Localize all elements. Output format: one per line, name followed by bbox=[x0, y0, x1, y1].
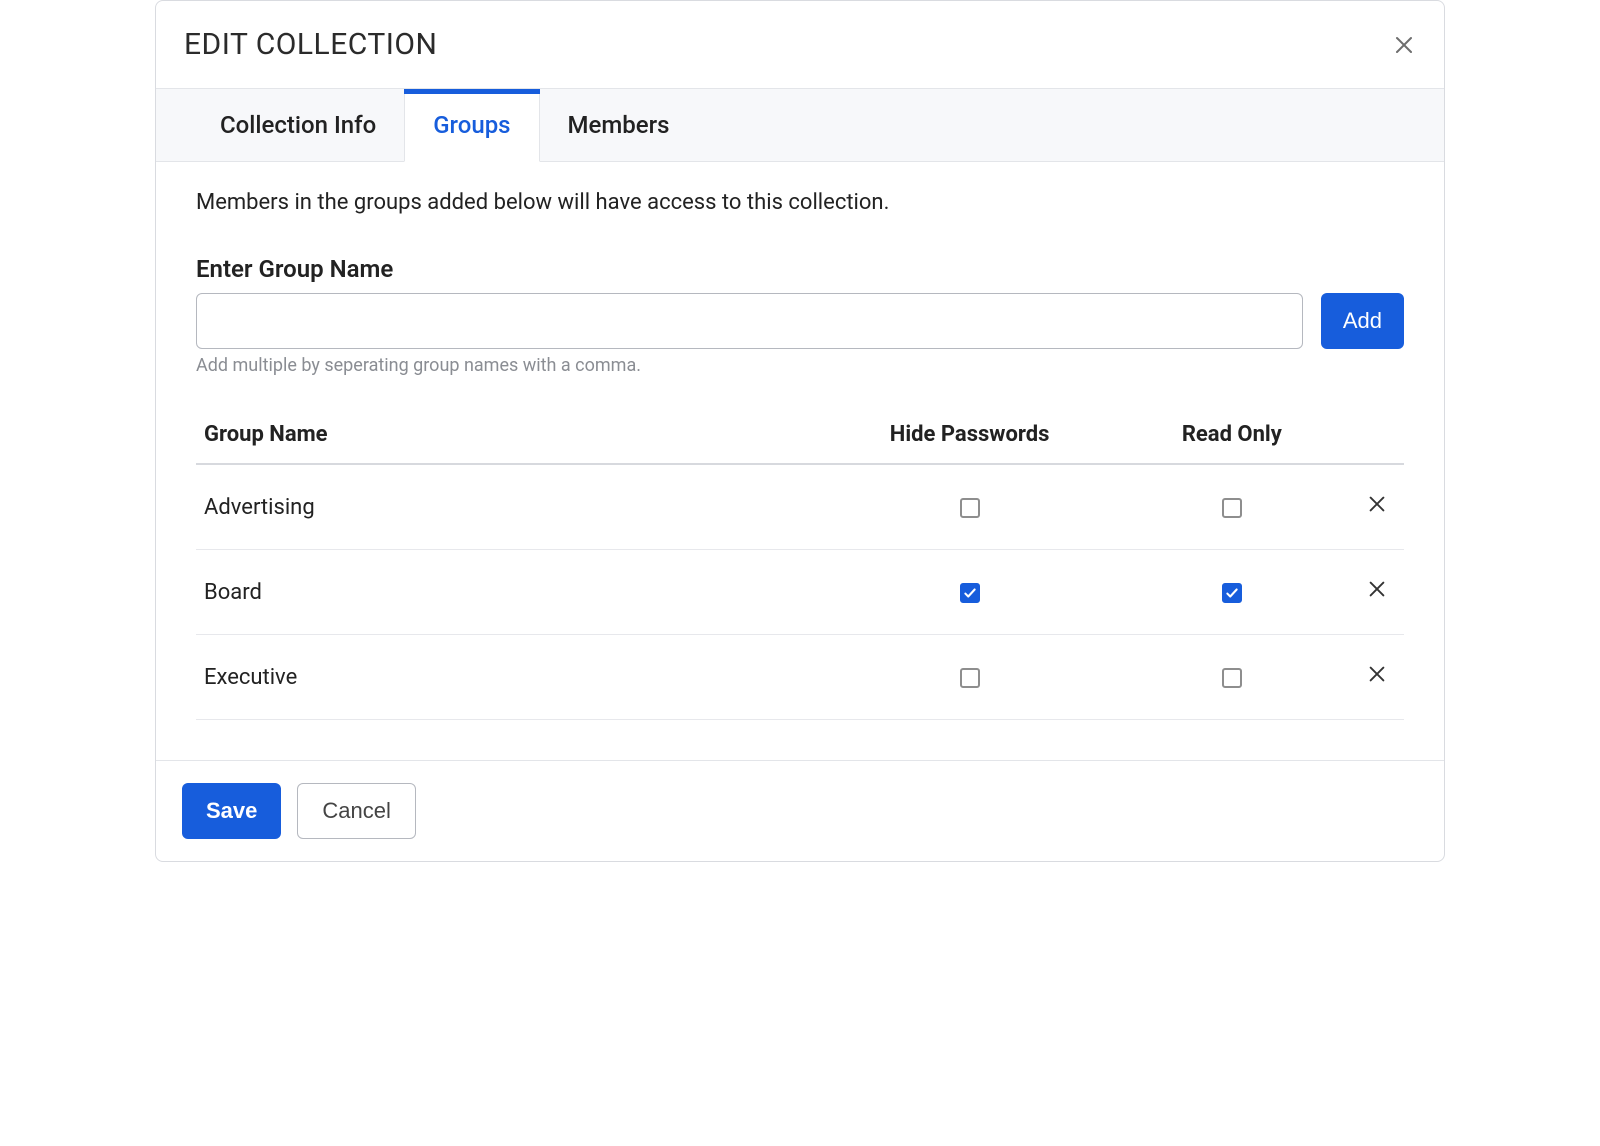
tab-collection-info[interactable]: Collection Info bbox=[192, 89, 404, 161]
group-name-cell: Executive bbox=[196, 635, 825, 720]
read-only-checkbox[interactable] bbox=[1222, 668, 1242, 688]
col-header-hide-passwords: Hide Passwords bbox=[825, 406, 1113, 464]
tab-groups[interactable]: Groups bbox=[404, 89, 539, 162]
remove-row-icon[interactable] bbox=[1360, 487, 1394, 521]
groups-intro-text: Members in the groups added below will h… bbox=[196, 190, 1404, 215]
group-name-hint: Add multiple by seperating group names w… bbox=[196, 355, 1404, 376]
tab-content-groups: Members in the groups added below will h… bbox=[156, 162, 1444, 760]
group-name-input-row: Add bbox=[196, 293, 1404, 349]
remove-row-icon[interactable] bbox=[1360, 657, 1394, 691]
hide-passwords-checkbox[interactable] bbox=[960, 498, 980, 518]
group-name-input[interactable] bbox=[196, 293, 1303, 349]
modal-title: EDIT COLLECTION bbox=[184, 27, 437, 62]
table-row: Board bbox=[196, 550, 1404, 635]
remove-row-icon[interactable] bbox=[1360, 572, 1394, 606]
col-header-group-name: Group Name bbox=[196, 406, 825, 464]
table-row: Advertising bbox=[196, 464, 1404, 550]
edit-collection-modal: EDIT COLLECTION Collection Info Groups M… bbox=[155, 0, 1445, 862]
group-name-cell: Board bbox=[196, 550, 825, 635]
groups-table: Group Name Hide Passwords Read Only Adve… bbox=[196, 406, 1404, 720]
table-row: Executive bbox=[196, 635, 1404, 720]
tab-members[interactable]: Members bbox=[540, 89, 698, 161]
group-name-cell: Advertising bbox=[196, 464, 825, 550]
tab-strip: Collection Info Groups Members bbox=[156, 88, 1444, 162]
col-header-read-only: Read Only bbox=[1114, 406, 1350, 464]
modal-footer: Save Cancel bbox=[156, 760, 1444, 861]
cancel-button[interactable]: Cancel bbox=[297, 783, 415, 839]
read-only-checkbox[interactable] bbox=[1222, 498, 1242, 518]
read-only-checkbox[interactable] bbox=[1222, 583, 1242, 603]
save-button[interactable]: Save bbox=[182, 783, 281, 839]
modal-close-icon[interactable] bbox=[1392, 33, 1416, 57]
add-group-button[interactable]: Add bbox=[1321, 293, 1404, 349]
hide-passwords-checkbox[interactable] bbox=[960, 668, 980, 688]
modal-header: EDIT COLLECTION bbox=[156, 1, 1444, 88]
group-name-label: Enter Group Name bbox=[196, 255, 1404, 283]
hide-passwords-checkbox[interactable] bbox=[960, 583, 980, 603]
